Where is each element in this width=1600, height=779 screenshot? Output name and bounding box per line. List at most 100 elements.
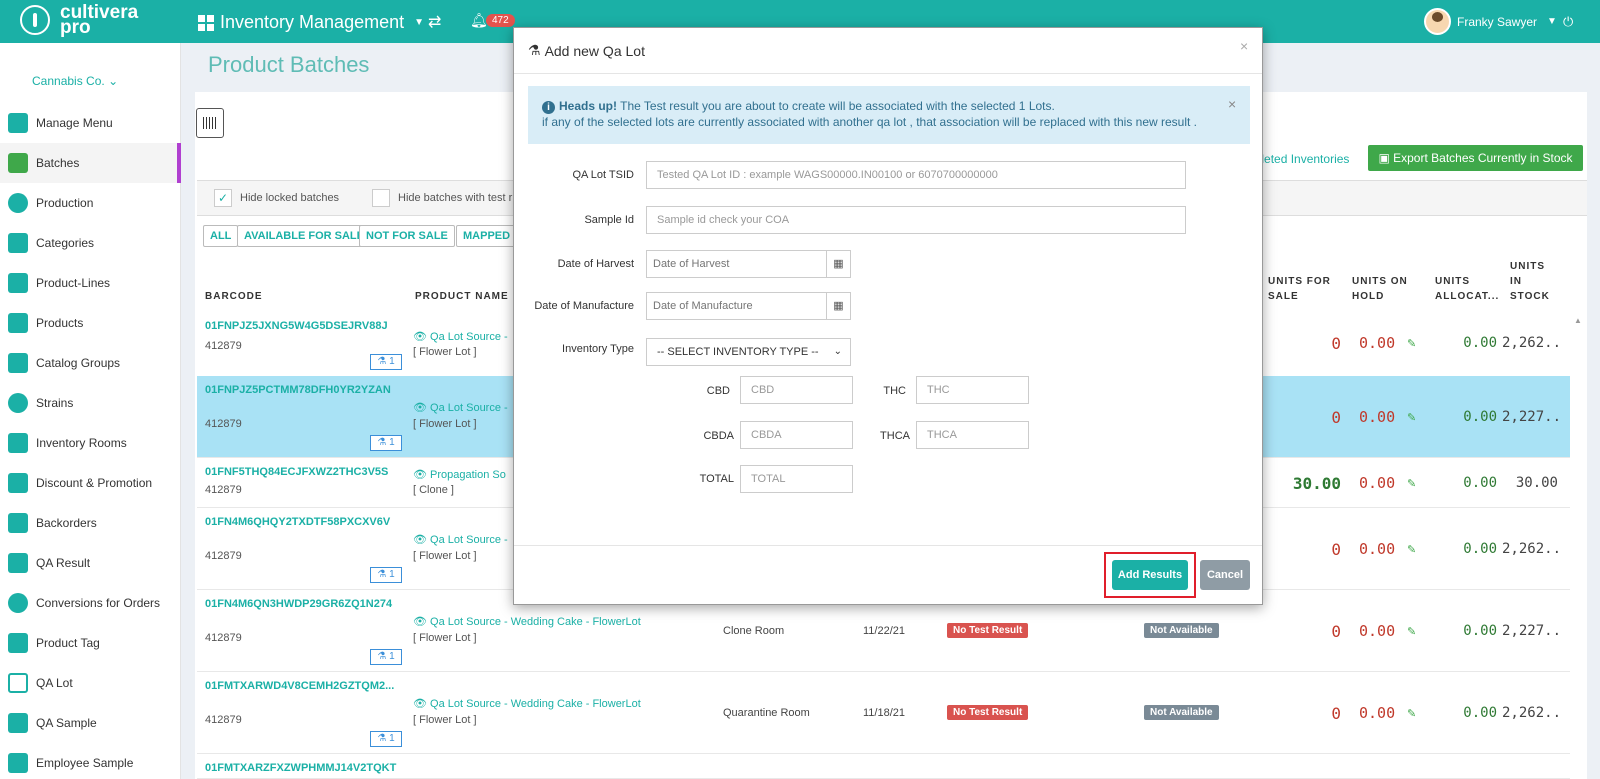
qa-flask-tag[interactable]: ⚗ 1 [370,435,402,451]
notification-count-badge[interactable]: 472 [486,14,515,27]
pencil-icon[interactable]: ✎ [1407,543,1416,556]
sidebar-item-products[interactable]: Products [0,303,181,343]
sidebar-item-inventory-rooms[interactable]: Inventory Rooms [0,423,181,463]
sidebar-item-employee-sample[interactable]: Employee Sample [0,743,181,779]
sidebar-item-backorders[interactable]: Backorders [0,503,181,543]
qa-flask-tag[interactable]: ⚗ 1 [370,567,402,583]
exchange-icon[interactable]: ⇄ [428,12,441,32]
calendar-icon[interactable]: ▦ [826,251,850,277]
row-barcode[interactable]: 01FN4M6QN3HWDP29GR6ZQ1N274 [205,598,392,610]
row-barcode[interactable]: 01FMTXARZFXZWPHMMJ14V2TQKT [205,762,396,774]
heads-up-alert: × i Heads up! The Test result you are abo… [528,86,1250,144]
row-number: 412879 [205,484,242,496]
avatar [1424,8,1451,35]
filter-all-button[interactable]: ALL [203,225,239,247]
barcode-scan-button[interactable] [196,108,224,138]
qa-flask-tag[interactable]: ⚗ 1 [370,731,402,747]
app-switcher[interactable]: Inventory Management ▼ [198,12,424,33]
col-product-name[interactable]: PRODUCT NAME [415,289,509,304]
sidebar-item-catalog-groups[interactable]: Catalog Groups [0,343,181,383]
thc-input[interactable] [916,376,1029,404]
sidebar-item-product-tag[interactable]: Product Tag [0,623,181,663]
qa-flask-tag[interactable]: ⚗ 1 [370,649,402,665]
row-barcode[interactable]: 01FMTXARWD4V8CEMH2GZTQM2... [205,680,394,692]
add-results-button[interactable]: Add Results [1112,560,1188,590]
company-selector[interactable]: Cannabis Co. ⌄ [32,74,118,88]
row-product[interactable]: 👁︎ Qa Lot Source - Wedding Cake - Flower… [413,615,641,628]
scroll-up-arrow-icon[interactable]: ▲ [1574,316,1582,325]
hide-locked-checkbox[interactable]: ✓ Hide locked batches [214,189,339,207]
col-units-for-sale[interactable]: UNITS FOR SALE [1268,274,1338,304]
logo[interactable]: cultivera pro [20,3,138,37]
sidebar-item-qa-lot[interactable]: QA Lot [0,663,181,703]
alert-line2: if any of the selected lots are currentl… [542,115,1198,129]
user-menu[interactable]: Franky Sawyer ▼ [1424,8,1557,35]
pencil-icon[interactable]: ✎ [1407,411,1416,424]
info-icon: i [542,101,555,114]
sidebar-item-production[interactable]: Production [0,183,181,223]
col-barcode[interactable]: BARCODE [205,289,263,304]
power-icon[interactable]: ⏻ [1563,14,1573,30]
row-barcode[interactable]: 01FN4M6QHQY2TXDTF58PXCXV6V [205,516,390,528]
alert-heading: Heads up! [559,99,618,113]
row-product[interactable]: 👁︎ Propagation So [413,468,506,481]
units-on-hold: 0.00 [1359,334,1396,352]
row-product[interactable]: 👁︎ Qa Lot Source - [413,330,508,343]
pencil-icon[interactable]: ✎ [1407,337,1416,350]
cbda-input[interactable] [740,421,853,449]
sidebar-item-batches[interactable]: Batches [0,143,181,183]
row-barcode[interactable]: 01FNPJZ5JXNG5W4G5DSEJRV88J [205,320,388,332]
cultivera-logo-icon [20,5,50,35]
filter-not-for-sale-button[interactable]: NOT FOR SALE [359,225,455,247]
hide-tested-checkbox[interactable]: Hide batches with test r [372,189,512,207]
manufacture-date-field[interactable]: ▦ [646,292,851,320]
row-barcode[interactable]: 01FNF5THQ84ECJFXWZ2THC3V5S [205,466,388,478]
close-icon[interactable]: × [1240,38,1248,54]
pencil-icon[interactable]: ✎ [1407,707,1416,720]
calendar-icon[interactable]: ▦ [826,293,850,319]
thca-input[interactable] [916,421,1029,449]
sidebar-nav: Manage Menu Batches Production Categorie… [0,103,181,779]
alert-close-icon[interactable]: × [1228,96,1236,112]
sidebar-item-conversions[interactable]: Conversions for Orders [0,583,181,623]
export-batches-button[interactable]: ▣ Export Batches Currently in Stock [1368,145,1583,171]
sidebar-item-product-lines[interactable]: Product-Lines [0,263,181,303]
harvest-date-field[interactable]: ▦ [646,250,851,278]
row-product-type: [ Flower Lot ] [413,632,477,644]
row-date: 11/18/21 [863,707,906,719]
table-row[interactable]: 01FMTXARWD4V8CEMH2GZTQM2... 412879 ⚗ 1 👁… [197,672,1570,754]
inventory-type-select[interactable]: -- SELECT INVENTORY TYPE -- ⌄ [646,338,851,366]
sidebar-item-qa-result[interactable]: QA Result [0,543,181,583]
total-input[interactable] [740,465,853,493]
sidebar-item-discount-promotion[interactable]: Discount & Promotion [0,463,181,503]
manufacture-date-input[interactable] [647,293,827,319]
row-barcode[interactable]: 01FNPJZ5PCTMM78DFH0YR2YZAN [205,384,391,396]
cbd-input[interactable] [740,376,853,404]
qa-lot-tsid-input[interactable] [646,161,1186,189]
row-product-type: [ Flower Lot ] [413,714,477,726]
row-product[interactable]: 👁︎ Qa Lot Source - [413,401,508,414]
col-units-allocated[interactable]: UNITS ALLOCAT... [1435,274,1505,304]
col-units-in-stock[interactable]: UNITS IN STOCK [1510,259,1560,304]
units-in-stock: 2,262.... [1502,335,1558,351]
pencil-icon[interactable]: ✎ [1407,477,1416,490]
sample-id-label: Sample Id [584,214,634,226]
sidebar-item-manage-menu[interactable]: Manage Menu [0,103,181,143]
qa-flask-tag[interactable]: ⚗ 1 [370,354,402,370]
cancel-button[interactable]: Cancel [1200,560,1250,590]
col-units-on-hold[interactable]: UNITS ON HOLD [1352,274,1422,304]
sidebar-item-strains[interactable]: Strains [0,383,181,423]
filter-available-button[interactable]: AVAILABLE FOR SALE [237,225,371,247]
filter-mapped-button[interactable]: MAPPED [456,225,518,247]
harvest-date-input[interactable] [647,251,827,277]
table-row[interactable]: 01FMTXARZFXZWPHMMJ14V2TQKT [197,754,1570,779]
pencil-icon[interactable]: ✎ [1407,625,1416,638]
sidebar-item-qa-sample[interactable]: QA Sample [0,703,181,743]
row-product[interactable]: 👁︎ Qa Lot Source - Wedding Cake - Flower… [413,697,641,710]
sample-id-input[interactable] [646,206,1186,234]
checkmark-icon: ✓ [214,189,232,207]
depleted-inventories-link[interactable]: epleted Inventories [1248,152,1349,166]
row-product[interactable]: 👁︎ Qa Lot Source - [413,533,508,546]
alert-line1: The Test result you are about to create … [620,99,1055,113]
sidebar-item-categories[interactable]: Categories [0,223,181,263]
